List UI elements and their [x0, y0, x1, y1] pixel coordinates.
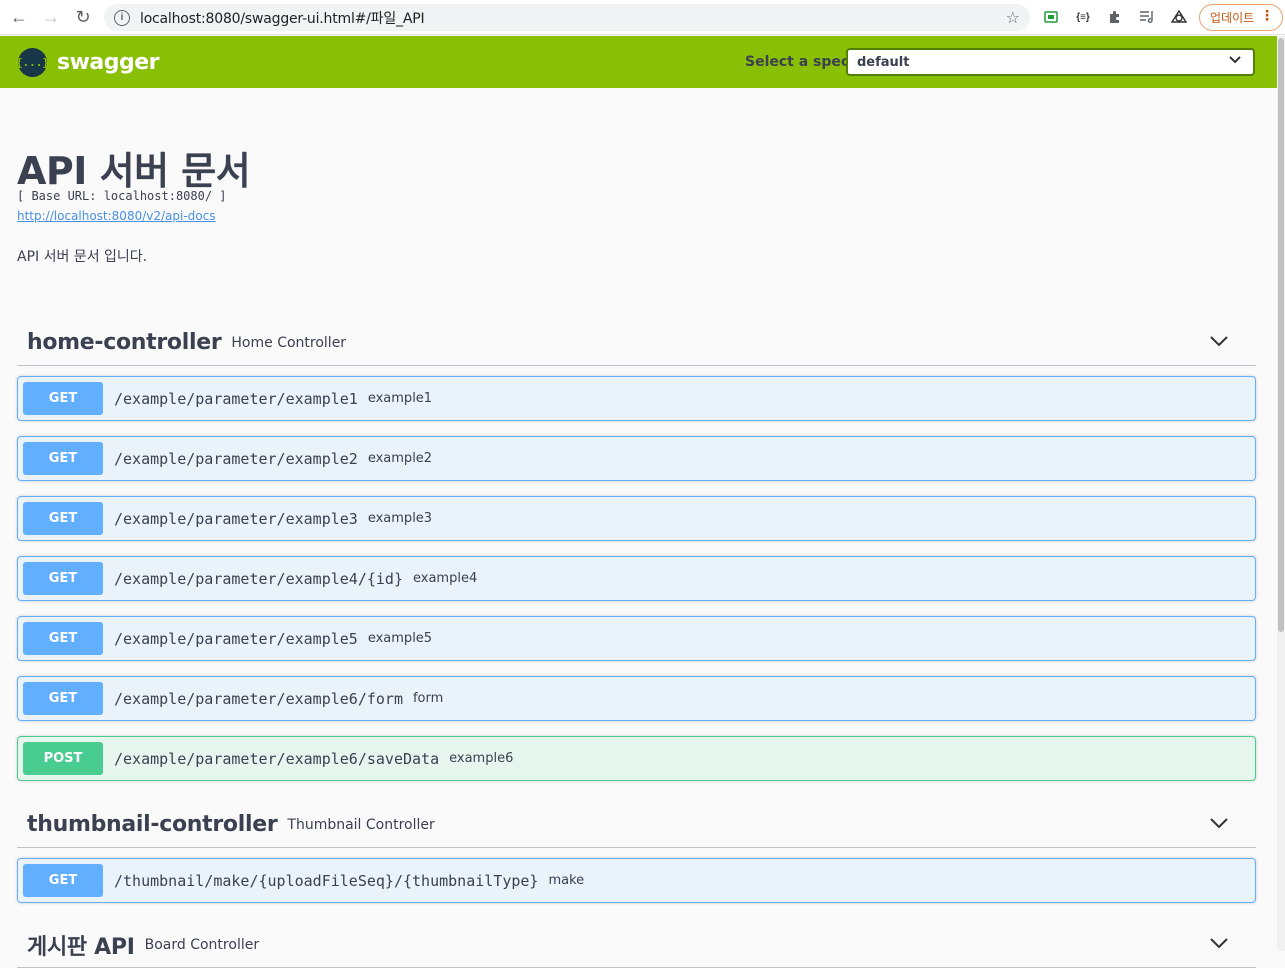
tag-header-home-controller[interactable]: home-controller Home Controller — [17, 320, 1256, 366]
operation-row[interactable]: GET /example/parameter/example6/form for… — [17, 676, 1256, 721]
forward-arrow-icon[interactable]: → — [35, 1, 67, 33]
tag-name: thumbnail-controller — [27, 812, 278, 837]
tag-description: Thumbnail Controller — [287, 816, 435, 833]
chevron-down-icon — [1229, 53, 1241, 68]
method-badge: GET — [23, 502, 103, 535]
tag-description: Home Controller — [231, 334, 347, 351]
reading-list-icon[interactable] — [1136, 6, 1158, 28]
swagger-logo-icon: {...} — [16, 48, 49, 77]
method-badge: GET — [23, 682, 103, 715]
update-button-label: 업데이트 — [1210, 11, 1255, 25]
operation-path: /example/parameter/example1 — [114, 389, 358, 408]
api-description: API 서버 문서 입니다. — [17, 249, 148, 265]
address-bar[interactable]: i localhost:8080/swagger-ui.html#/파일_API… — [104, 4, 1030, 31]
spec-select-label: Select a spec — [745, 54, 850, 70]
base-url: [ Base URL: localhost:8080/ ] — [17, 189, 227, 203]
scrollbar-thumb[interactable] — [1278, 38, 1284, 632]
tag-header-thumbnail-controller[interactable]: thumbnail-controller Thumbnail Controlle… — [17, 802, 1256, 848]
operation-path: /example/parameter/example2 — [114, 449, 358, 468]
operation-row[interactable]: GET /example/parameter/example5 example5 — [17, 616, 1256, 661]
page-title: API 서버 문서 — [17, 149, 251, 193]
operation-summary: example2 — [367, 451, 433, 466]
operation-summary: example3 — [367, 511, 433, 526]
operation-summary: example1 — [367, 391, 433, 406]
operation-path: /example/parameter/example6/saveData — [114, 749, 440, 768]
menu-kebab-icon[interactable]: ⋮ — [1260, 8, 1274, 24]
operation-path: /example/parameter/example3 — [114, 509, 358, 528]
operation-row[interactable]: GET /example/parameter/example4/{id} exa… — [17, 556, 1256, 601]
operation-row[interactable]: GET /thumbnail/make/{uploadFileSeq}/{thu… — [17, 858, 1256, 903]
operation-row[interactable]: GET /example/parameter/example2 example2 — [17, 436, 1256, 481]
operation-row[interactable]: POST /example/parameter/example6/saveDat… — [17, 736, 1256, 781]
operation-summary: form — [412, 691, 444, 706]
site-info-icon[interactable]: i — [114, 9, 130, 26]
swagger-logo[interactable]: {...} swagger — [16, 48, 160, 77]
method-badge: GET — [23, 864, 103, 897]
url-text[interactable]: localhost:8080/swagger-ui.html#/파일_API — [140, 8, 425, 28]
update-button[interactable]: 업데이트 ⋮ — [1199, 4, 1283, 31]
operation-summary: example4 — [412, 571, 478, 586]
bookmark-star-icon[interactable]: ☆ — [1006, 8, 1020, 28]
method-badge: GET — [23, 442, 103, 475]
operation-path: /example/parameter/example4/{id} — [114, 569, 403, 588]
operation-path: /thumbnail/make/{uploadFileSeq}/{thumbna… — [114, 871, 539, 890]
operation-summary: make — [548, 873, 585, 888]
method-badge: GET — [23, 562, 103, 595]
tag-description: Board Controller — [144, 936, 260, 953]
method-badge: POST — [23, 742, 103, 775]
operation-summary: example6 — [449, 751, 514, 766]
operation-row[interactable]: GET /example/parameter/example3 example3 — [17, 496, 1256, 541]
puzzle-icon[interactable] — [1104, 6, 1126, 28]
method-badge: GET — [23, 622, 103, 655]
swagger-logo-text: swagger — [57, 50, 160, 75]
json-extension-icon[interactable]: {≡} — [1072, 6, 1094, 28]
operation-summary: example5 — [367, 631, 433, 646]
profile-extension-icon[interactable] — [1168, 6, 1190, 28]
chevron-down-icon[interactable] — [1208, 330, 1230, 352]
api-docs-link[interactable]: http://localhost:8080/v2/api-docs — [17, 209, 215, 223]
browser-toolbar: ← → ↻ i localhost:8080/swagger-ui.html#/… — [0, 0, 1285, 35]
operation-path: /example/parameter/example6/form — [114, 689, 403, 708]
tag-name: 게시판 API — [27, 934, 135, 960]
spec-select[interactable]: default — [846, 48, 1255, 76]
spec-select-value: default — [857, 54, 910, 70]
chevron-down-icon[interactable] — [1208, 812, 1230, 834]
extension-green-icon[interactable] — [1040, 6, 1062, 28]
method-badge: GET — [23, 382, 103, 415]
swagger-topbar: {...} swagger Select a spec default — [0, 36, 1277, 88]
tag-name: home-controller — [27, 330, 222, 355]
reload-icon[interactable]: ↻ — [67, 1, 99, 33]
operation-row[interactable]: GET /example/parameter/example1 example1 — [17, 376, 1256, 421]
back-arrow-icon[interactable]: ← — [3, 1, 35, 33]
operation-path: /example/parameter/example5 — [114, 629, 358, 648]
tag-header-board-controller[interactable]: 게시판 API Board Controller — [17, 922, 1256, 968]
